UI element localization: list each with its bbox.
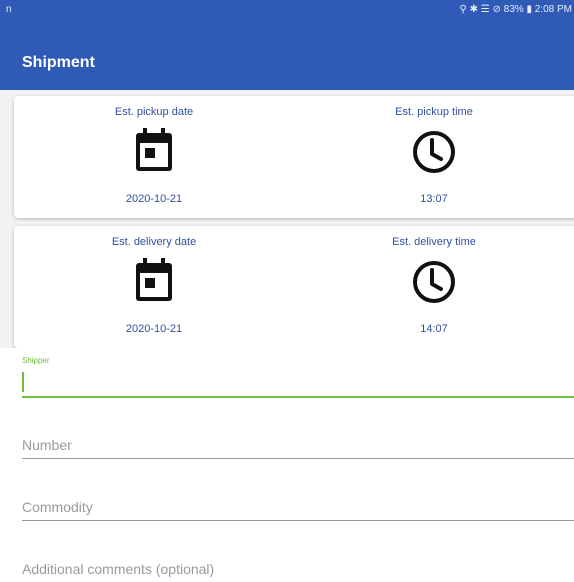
delivery-time-picker[interactable]: Est. delivery time 14:07 xyxy=(294,226,574,348)
delivery-card: Est. delivery date 2020-10-21 Est. deliv… xyxy=(14,226,574,348)
notification-icon: n xyxy=(6,4,12,15)
clock-icon[interactable] xyxy=(410,128,458,181)
status-bar: n ⚲ ✱ ☰ ⊘ 83% ▮ 2:08 PM xyxy=(0,0,574,38)
app-bar: Shipment xyxy=(0,38,574,90)
pickup-time-value: 13:07 xyxy=(420,193,448,205)
shipper-label: Shipper xyxy=(22,356,50,365)
calendar-icon[interactable] xyxy=(132,258,176,309)
pickup-card: Est. pickup date 2020-10-21 Est. pickup … xyxy=(14,96,574,218)
pickup-date-label: Est. pickup date xyxy=(114,106,194,118)
pickup-time-label: Est. pickup time xyxy=(395,106,473,118)
delivery-time-label: Est. delivery time xyxy=(392,236,476,248)
pickup-date-value: 2020-10-21 xyxy=(125,193,183,205)
clock-icon[interactable] xyxy=(410,258,458,311)
shipper-input[interactable] xyxy=(22,368,574,394)
pickup-time-picker[interactable]: Est. pickup time 13:07 xyxy=(294,96,574,218)
shipper-field[interactable]: Shipper xyxy=(22,356,574,400)
delivery-date-value: 2020-10-21 xyxy=(125,323,183,335)
page-title: Shipment xyxy=(22,54,95,71)
calendar-icon[interactable] xyxy=(132,128,176,179)
delivery-date-label: Est. delivery date xyxy=(111,236,197,248)
shipment-form: Shipper xyxy=(0,348,574,582)
commodity-input[interactable] xyxy=(22,494,574,520)
pickup-date-picker[interactable]: Est. pickup date 2020-10-21 xyxy=(14,96,294,218)
comments-field[interactable] xyxy=(22,552,574,582)
shipper-underline xyxy=(22,396,574,398)
commodity-field[interactable] xyxy=(22,490,574,526)
content-area: Est. pickup date 2020-10-21 Est. pickup … xyxy=(0,90,574,582)
status-indicators: ⚲ ✱ ☰ ⊘ 83% ▮ 2:08 PM xyxy=(459,4,572,15)
number-underline xyxy=(22,458,574,459)
delivery-date-picker[interactable]: Est. delivery date 2020-10-21 xyxy=(14,226,294,348)
number-input[interactable] xyxy=(22,432,574,458)
comments-input[interactable] xyxy=(22,556,574,582)
delivery-time-value: 14:07 xyxy=(420,323,448,335)
number-field[interactable] xyxy=(22,428,574,464)
commodity-underline xyxy=(22,520,574,521)
